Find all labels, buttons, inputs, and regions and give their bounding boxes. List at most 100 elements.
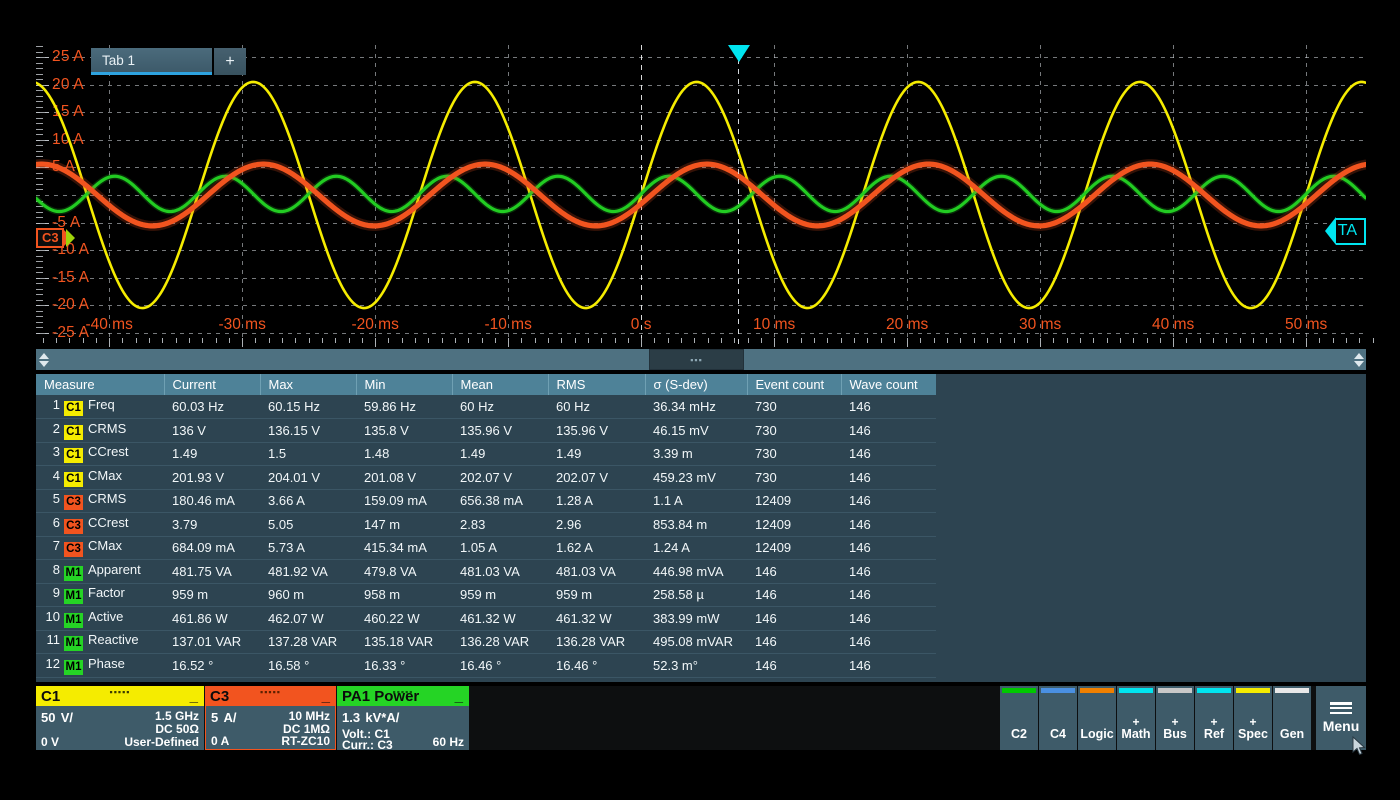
waveform-display[interactable]: 25 A 20 A 15 A 10 A5 A -5 A -10 A -15 A -20 A -2… [36,45,1366,345]
trigger-position-arrow-icon[interactable] [728,45,750,62]
cell-measure[interactable]: 5 C3 CRMS [36,489,164,513]
table-row[interactable]: 2 C1 CRMS 136 V 136.15 V 135.8 V 135.96 V 135.9… [36,418,936,443]
mouse-cursor-icon [1352,736,1366,756]
channel-c1-header[interactable]: C1 ▪▪▪▪▪ _ [36,686,204,706]
x-tick-minor [1279,338,1281,343]
table-row[interactable]: 5 C3 CRMS 180.46 mA 3.66 A 159.09 mA 656.38 mA… [36,489,936,513]
signal-button-ref[interactable]: + Ref [1195,686,1233,750]
column-header-wave-count[interactable]: Wave count [841,374,936,395]
x-axis-label: -40 ms [85,316,133,333]
signal-button-gen[interactable]: Gen [1273,686,1311,750]
channel-c1-body[interactable]: 50 V/ 1.5 GHz DC 50Ω 0 V User-Defined [36,706,204,750]
column-header-current[interactable]: Current [164,374,261,395]
column-header-rms[interactable]: RMS [548,374,646,395]
source-badge-m1[interactable]: M1 [64,589,83,605]
scrollbar-thumb[interactable]: ▪▪▪ [649,349,744,370]
source-badge-c3[interactable]: C3 [64,495,83,511]
x-tick-minor [175,338,177,343]
power-card-header[interactable]: PA1 Power ▪▪▪▪▪ _ [337,686,469,706]
signal-button-spec[interactable]: + Spec [1234,686,1272,750]
m1-marker-arrow-icon [65,229,75,247]
plus-icon: + [1171,715,1179,729]
column-header-measure[interactable]: Measure [36,374,165,395]
channel-c3-body[interactable]: 5 A/ 10 MHz DC 1MΩ 0 A RT-ZC10 [205,706,336,750]
cell-measure[interactable]: 8 M1 Apparent [36,559,164,584]
cell-measure[interactable]: 12 M1 Phase [36,653,164,678]
source-badge-m1[interactable]: M1 [64,659,83,675]
column-header-event-count[interactable]: Event count [747,374,842,395]
cell-mean: 136.28 VAR [452,630,548,654]
x-tick-minor [1119,338,1121,343]
channel-offset-marker-c3[interactable]: C3 [36,228,75,248]
table-row[interactable]: 4 C1 CMax 201.93 V 204.01 V 201.08 V 202.07 V2… [36,465,936,490]
table-row[interactable]: 11 M1 Reactive 137.01 VAR 137.28 VAR 135.18 V… [36,630,936,654]
tab-1[interactable]: Tab 1 [91,48,212,75]
x-axis-label: -30 ms [218,316,266,333]
channel-c3-minimize-button[interactable]: _ [322,688,330,705]
table-row[interactable]: 9 M1 Factor 959 m 960 m 958 m 959 m 959 m 258.58… [36,583,936,607]
power-card-body[interactable]: 1.3 kV*A/ Volt.: C1 Curr.: C3 60 Hz [337,706,469,752]
channel-c1-minimize-button[interactable]: _ [190,688,198,705]
button-color-cap [1002,688,1036,693]
signal-button-math[interactable]: + Math [1117,686,1155,750]
add-tab-button[interactable]: + [214,48,246,75]
source-badge-m1[interactable]: M1 [64,636,83,652]
channel-card-c3[interactable]: C3 ▪▪▪▪▪ _ 5 A/ 10 MHz DC 1MΩ 0 A RT-ZC1… [205,686,336,750]
measurement-results-table[interactable]: Measure Current Max Min Mean RMS σ (S-dev) Even… [36,374,1366,682]
table-row[interactable]: 1 C1 Freq 60.03 Hz 60.15 Hz 59.86 Hz 60 Hz 60 H… [36,395,936,419]
cell-measure[interactable]: 2 C1 CRMS [36,418,164,443]
source-badge-c1[interactable]: C1 [64,401,83,416]
column-header-min[interactable]: Min [356,374,453,395]
table-row[interactable]: 6 C3 CCrest 3.79 5.05 147 m 2.83 2.96 853.84 m 12… [36,512,936,537]
power-card-minimize-button[interactable]: _ [455,688,463,705]
table-row[interactable]: 8 M1 Apparent 481.75 VA 481.92 VA 479.8 VA 481… [36,559,936,584]
cell-measure[interactable]: 4 C1 CMax [36,465,164,490]
cell-measure[interactable]: 10 M1 Active [36,606,164,631]
cell-sdev: 52.3 m° [645,653,747,678]
scrollbar-right-arrows[interactable] [1351,349,1366,370]
cell-measure[interactable]: 6 C3 CCrest [36,512,164,537]
signal-button-c2[interactable]: C2 [1000,686,1038,750]
cell-measure[interactable]: 1 C1 Freq [36,395,164,419]
x-axis-label: -10 ms [484,316,532,333]
cell-measure[interactable]: 9 M1 Factor [36,583,164,607]
waveform-traces [36,80,1366,310]
source-badge-c1[interactable]: C1 [64,424,83,440]
source-badge-m1[interactable]: M1 [64,612,83,628]
channel-c3-header[interactable]: C3 ▪▪▪▪▪ _ [205,686,336,706]
x-tick-minor [920,338,922,343]
source-badge-c3[interactable]: C3 [64,542,83,558]
table-row[interactable]: 12 M1 Phase 16.52 ° 16.58 ° 16.33 ° 16.46 ° 16.… [36,653,936,678]
scrollbar-left-arrows[interactable] [36,349,51,370]
x-tick-minor [720,338,722,343]
column-header-max[interactable]: Max [260,374,357,395]
source-badge-c3[interactable]: C3 [64,518,83,534]
signal-button-c4[interactable]: C4 [1039,686,1077,750]
power-card-pa1[interactable]: PA1 Power ▪▪▪▪▪ _ 1.3 kV*A/ Volt.: C1 Cu… [337,686,469,752]
x-tick-minor [1332,338,1334,343]
table-row[interactable]: 3 C1 CCrest 1.49 1.5 1.48 1.49 1.49 3.39 m 730 146 [36,442,936,466]
signal-button-logic[interactable]: Logic [1078,686,1116,750]
x-tick-minor [388,338,390,343]
channel-card-c1[interactable]: C1 ▪▪▪▪▪ _ 50 V/ 1.5 GHz DC 50Ω 0 V User… [36,686,204,750]
source-badge-c1[interactable]: C1 [64,448,83,464]
cell-measure[interactable]: 3 C1 CCrest [36,442,164,466]
trigger-level-marker[interactable]: TA [1324,217,1366,245]
cell-measure[interactable]: 11 M1 Reactive [36,630,164,654]
source-badge-c1[interactable]: C1 [64,471,83,487]
cell-sdev: 258.58 µ [645,583,747,607]
source-badge-m1[interactable]: M1 [64,565,83,581]
signal-button-bus[interactable]: + Bus [1156,686,1194,750]
table-row[interactable]: 10 M1 Active 461.86 W 462.07 W 460.22 W 461.32… [36,606,936,631]
cell-wave-count: 146 [841,536,936,560]
row-index: 8 [52,561,60,577]
column-header-mean[interactable]: Mean [452,374,549,395]
horizontal-scrollbar[interactable]: ▪▪▪ [36,349,1366,370]
signal-button-label: C4 [1050,727,1066,741]
column-header-s-dev[interactable]: σ (S-dev) [645,374,748,395]
channel-c3-title: C3 [210,687,230,705]
cell-measure[interactable]: 7 C3 CMax [36,536,164,560]
cell-event-count: 146 [747,630,841,654]
table-row[interactable]: 7 C3 CMax 684.09 mA 5.73 A 415.34 mA 1.05 A 1.6… [36,536,936,560]
measure-name: Factor [88,585,125,601]
